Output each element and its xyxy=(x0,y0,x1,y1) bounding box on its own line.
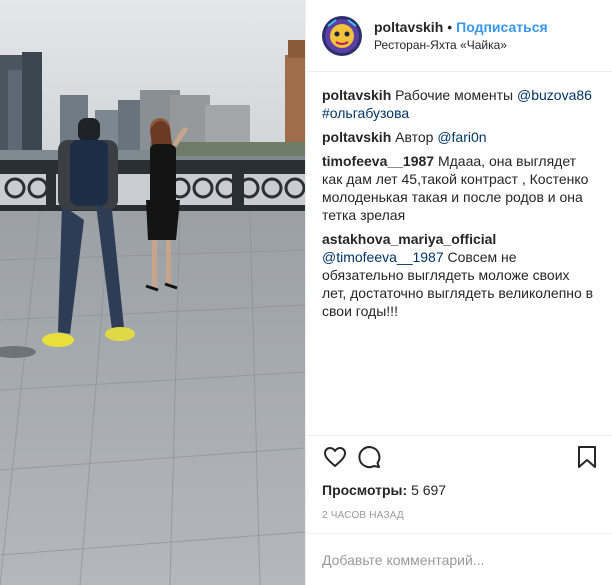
action-bar xyxy=(306,435,612,477)
post-video[interactable] xyxy=(0,0,305,585)
comment-text: Рабочие моменты xyxy=(395,87,518,103)
comment-author[interactable]: astakhova_mariya_official xyxy=(322,231,496,247)
username-link[interactable]: poltavskih xyxy=(374,18,443,36)
location-link[interactable]: Ресторан-Яхта «Чайка» xyxy=(374,36,548,54)
follow-button[interactable]: Подписаться xyxy=(456,18,548,36)
hashtag-link[interactable]: #ольгабузова xyxy=(322,105,409,121)
caption: poltavskih Рабочие моменты @buzova86 #ол… xyxy=(322,86,596,122)
views-label: Просмотры: xyxy=(322,482,408,498)
comment-item: astakhova_mariya_official @timofeeva__19… xyxy=(322,230,596,320)
comment-item: timofeeva__1987 Мдааа, она выглядет как … xyxy=(322,152,596,224)
view-count: Просмотры: 5 697 xyxy=(306,477,612,503)
heart-icon xyxy=(324,446,346,467)
views-count[interactable]: 5 697 xyxy=(411,481,446,499)
separator-dot: • xyxy=(447,18,453,35)
comments-list: poltavskih Рабочие моменты @buzova86 #ол… xyxy=(306,72,612,435)
comment-text: Автор xyxy=(395,129,438,145)
comment-author[interactable]: poltavskih xyxy=(322,129,391,145)
mention-link[interactable]: @buzova86 xyxy=(517,87,592,103)
comment-item: poltavskih Автор @fari0n xyxy=(322,128,596,146)
avatar[interactable] xyxy=(322,15,362,56)
add-comment-section xyxy=(306,533,612,585)
header-top-row: poltavskih • Подписаться xyxy=(374,18,548,36)
comment-icon xyxy=(358,445,381,468)
bookmark-icon xyxy=(578,445,596,468)
post-timestamp[interactable]: 2 часов назад xyxy=(306,503,612,527)
add-comment-input[interactable] xyxy=(322,551,596,568)
comment-author[interactable]: poltavskih xyxy=(322,87,391,103)
mention-link[interactable]: @fari0n xyxy=(437,129,486,145)
mention-link[interactable]: @timofeeva__1987 xyxy=(322,249,444,265)
like-button[interactable] xyxy=(318,440,352,474)
comment-author[interactable]: timofeeva__1987 xyxy=(322,153,434,169)
video-frame-image xyxy=(0,0,305,585)
instagram-post: poltavskih • Подписаться Ресторан-Яхта «… xyxy=(0,0,612,585)
comment-button[interactable] xyxy=(352,440,386,474)
post-header: poltavskih • Подписаться Ресторан-Яхта «… xyxy=(306,0,612,72)
save-button[interactable] xyxy=(570,440,604,474)
post-details-panel: poltavskih • Подписаться Ресторан-Яхта «… xyxy=(305,0,612,585)
header-text: poltavskih • Подписаться Ресторан-Яхта «… xyxy=(374,18,548,54)
